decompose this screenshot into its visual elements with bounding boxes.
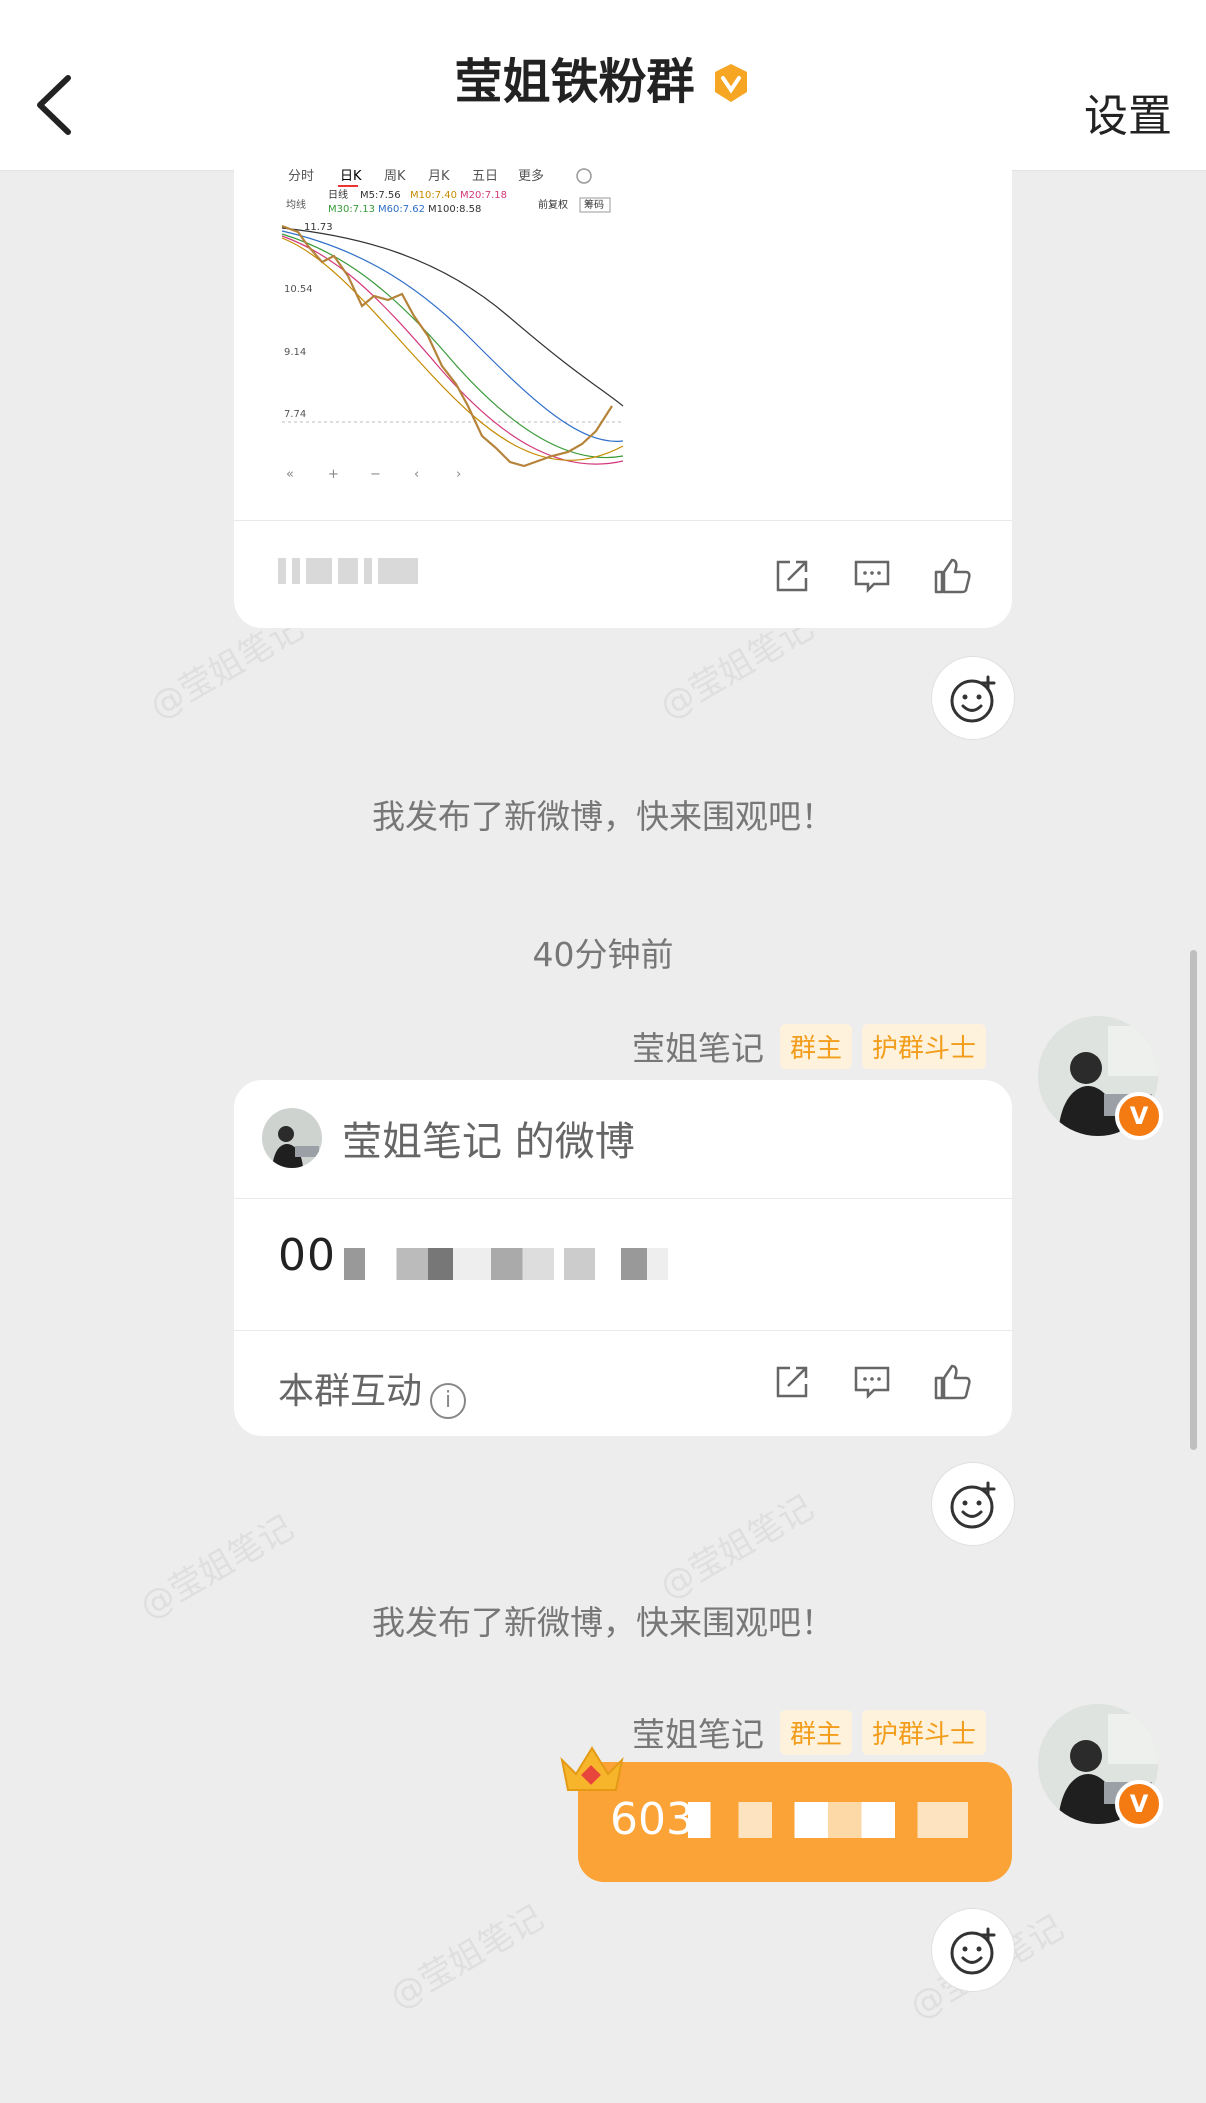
weibo-card[interactable]: 分时 日K 周K 月K 五日 更多 均线 日线 M5:7.56 M10:7.40…: [234, 120, 1012, 628]
card-divider: [234, 1198, 1012, 1199]
owner-tag: 群主: [779, 1709, 852, 1755]
card-actions: [772, 556, 972, 596]
svg-text:«: «: [286, 467, 294, 482]
chart-tab[interactable]: 月K: [428, 169, 450, 184]
emoji-add-icon: [950, 1927, 996, 1975]
weibo-card[interactable]: 莹姐笔记 的微博 00 本群互动 i: [234, 1080, 1012, 1436]
share-icon: [776, 560, 808, 592]
group-title-row: 莹姐铁粉群: [0, 42, 1206, 112]
pixelated-text: [564, 1248, 668, 1280]
group-interaction-label[interactable]: 本群互动 i: [278, 1362, 467, 1419]
blurred-text: [278, 558, 478, 588]
like-button[interactable]: [932, 1362, 972, 1402]
comment-icon: [854, 560, 890, 594]
sender-row: 莹姐笔记 群主 护群斗士: [632, 1022, 986, 1070]
sender-row: 莹姐笔记 群主 护群斗士: [632, 1708, 986, 1756]
share-button[interactable]: [772, 1362, 812, 1402]
settings-button[interactable]: 设置: [1084, 80, 1172, 144]
sender-name[interactable]: 莹姐笔记: [632, 1022, 764, 1070]
message-bubble[interactable]: 603: [578, 1762, 1012, 1882]
legend-m30: M30:7.13: [328, 204, 375, 215]
legend-label: 日线: [328, 188, 348, 201]
legend-m5: M5:7.56: [360, 190, 401, 201]
card-divider: [234, 1330, 1012, 1331]
chip-label[interactable]: 筹码: [584, 198, 604, 211]
legend-m100: M100:8.58: [428, 204, 481, 215]
svg-text:‹: ‹: [414, 467, 419, 482]
guardian-tag: 护群斗士: [861, 1023, 986, 1069]
chart-tab[interactable]: 更多: [518, 168, 544, 184]
add-reaction-button[interactable]: [931, 1462, 1015, 1546]
watermark: @莹姐笔记: [383, 1897, 551, 2018]
mini-avatar: [262, 1108, 322, 1168]
y-tick: 7.74: [284, 409, 306, 420]
y-tick: 9.14: [284, 347, 306, 358]
share-icon: [776, 1366, 808, 1398]
sender-name[interactable]: 莹姐笔记: [632, 1708, 764, 1756]
y-tick: 10.54: [284, 284, 313, 295]
svg-text:−: −: [370, 467, 381, 482]
info-icon[interactable]: i: [430, 1383, 467, 1419]
legend-m20: M20:7.18: [460, 190, 507, 201]
chart-tab[interactable]: 分时: [288, 169, 314, 184]
like-button[interactable]: [932, 556, 972, 596]
stock-chart-image[interactable]: 分时 日K 周K 月K 五日 更多 均线 日线 M5:7.56 M10:7.40…: [278, 166, 628, 486]
gear-icon[interactable]: [576, 168, 592, 184]
card-header[interactable]: 莹姐笔记 的微博: [262, 1108, 635, 1168]
system-message: 我发布了新微博，快来围观吧！: [372, 1603, 834, 1642]
pixelated-text: [688, 1802, 968, 1838]
crown-icon: [560, 1746, 624, 1791]
thumbs-up-icon: [934, 558, 971, 594]
verified-badge: V: [1115, 1780, 1163, 1828]
card-actions: [772, 1362, 972, 1402]
chart-tab[interactable]: 周K: [384, 169, 406, 184]
watermark: @莹姐笔记: [653, 1487, 821, 1608]
verified-v-icon: [714, 64, 747, 102]
add-reaction-button[interactable]: [931, 656, 1015, 740]
svg-text:+: +: [328, 467, 339, 482]
pixelated-text: [344, 1248, 554, 1280]
legend-m10: M10:7.40: [410, 190, 457, 201]
scrollbar[interactable]: [1190, 950, 1197, 1450]
comment-icon: [854, 1366, 890, 1400]
comment-button[interactable]: [852, 1362, 892, 1402]
timestamp: 40分钟前: [532, 935, 674, 974]
card-header-text: 莹姐笔记 的微博: [342, 1119, 635, 1165]
legend-m60: M60:7.62: [378, 204, 425, 215]
thumbs-up-icon: [934, 1364, 971, 1400]
emoji-add-icon: [950, 675, 996, 723]
emoji-add-icon: [950, 1481, 996, 1529]
chart-tab[interactable]: 日K: [340, 169, 362, 184]
comment-button[interactable]: [852, 556, 892, 596]
share-button[interactable]: [772, 556, 812, 596]
chart-tab[interactable]: 五日: [472, 169, 498, 184]
card-divider: [234, 520, 1012, 521]
owner-tag: 群主: [779, 1023, 852, 1069]
guardian-tag: 护群斗士: [861, 1709, 986, 1755]
adjust-label[interactable]: 前复权: [538, 198, 568, 211]
verified-badge: V: [1115, 1092, 1163, 1140]
ma-label[interactable]: 均线: [286, 198, 306, 211]
svg-text:›: ›: [456, 467, 461, 482]
add-reaction-button[interactable]: [931, 1908, 1015, 1992]
card-body-text[interactable]: 00: [278, 1230, 336, 1281]
system-message: 我发布了新微博，快来围观吧！: [372, 797, 834, 836]
group-title: 莹姐铁粉群: [454, 54, 695, 110]
bubble-text: 603: [610, 1794, 694, 1845]
